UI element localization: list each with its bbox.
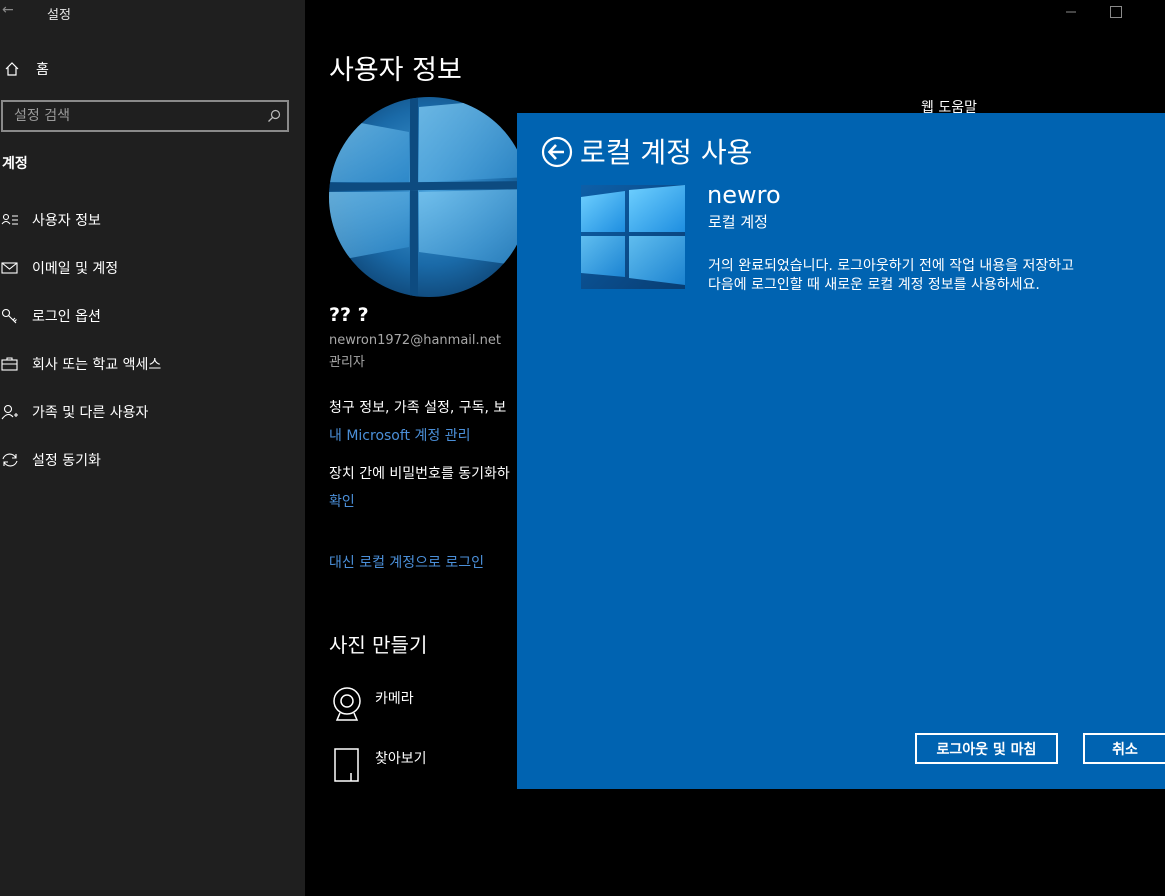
sidebar-item-label: 설정 동기화	[32, 453, 101, 469]
sidebar-item-label: 가족 및 다른 사용자	[32, 405, 149, 421]
file-icon	[333, 748, 361, 786]
camera-icon	[331, 686, 363, 726]
briefcase-icon	[0, 354, 20, 374]
account-name: newro	[707, 181, 781, 209]
search-input[interactable]	[3, 102, 264, 130]
section-title: 계정	[2, 156, 28, 172]
sidebar-item-user-info[interactable]: 사용자 정보	[0, 208, 101, 232]
sidebar-item-label: 사용자 정보	[32, 213, 101, 229]
sidebar-item-label: 회사 또는 학교 액세스	[32, 357, 162, 373]
person-add-icon	[0, 402, 20, 422]
dialog-message-line2: 다음에 로그인할 때 새로운 로컬 계정 정보를 사용하세요.	[708, 277, 1040, 293]
back-arrow-icon[interactable]: ←	[2, 2, 14, 18]
user-role: 관리자	[329, 355, 365, 370]
avatar	[329, 97, 529, 297]
back-circle-icon[interactable]	[541, 136, 573, 172]
sidebar: ← 설정 홈 계정 사용자 정보 이메일 및 계정 로그인 옵션	[0, 0, 305, 896]
create-photo-title: 사진 만들기	[329, 633, 428, 657]
search-box[interactable]	[1, 100, 289, 132]
account-type: 로컬 계정	[708, 213, 768, 231]
sidebar-item-label: 이메일 및 계정	[32, 261, 119, 277]
key-icon	[0, 306, 20, 326]
dialog-message-line1: 거의 완료되었습니다. 로그아웃하기 전에 작업 내용을 저장하고	[708, 258, 1075, 274]
home-icon	[2, 59, 22, 79]
user-email: newron1972@hanmail.net	[329, 333, 501, 348]
sidebar-item-sync[interactable]: 설정 동기화	[0, 448, 101, 472]
window-title: 설정	[47, 8, 71, 23]
cancel-button[interactable]: 취소	[1083, 733, 1165, 764]
local-account-dialog: 로컬 계정 사용 newro 로컬 계정 거의 완료되었습니다. 로그아웃하기 …	[517, 113, 1165, 789]
camera-label: 카메라	[375, 691, 414, 707]
sync-icon	[0, 450, 20, 470]
sidebar-item-family[interactable]: 가족 및 다른 사용자	[0, 400, 148, 424]
maximize-button[interactable]	[1110, 6, 1122, 18]
manage-microsoft-account-link[interactable]: 내 Microsoft 계정 관리	[329, 425, 470, 445]
minimize-button[interactable]	[1064, 4, 1078, 18]
search-icon[interactable]	[267, 108, 281, 127]
page-title: 사용자 정보	[329, 55, 462, 86]
sidebar-item-home[interactable]: 홈	[0, 58, 49, 80]
sidebar-item-signin[interactable]: 로그인 옵션	[0, 304, 101, 328]
dialog-title: 로컬 계정 사용	[580, 136, 753, 169]
user-name: ?? ?	[329, 304, 369, 326]
sync-description: 장치 간에 비밀번호를 동기화하	[329, 466, 510, 482]
sidebar-item-email[interactable]: 이메일 및 계정	[0, 256, 118, 280]
sidebar-item-work-school[interactable]: 회사 또는 학교 액세스	[0, 352, 161, 376]
account-tile-image	[581, 185, 685, 289]
sidebar-item-label: 로그인 옵션	[32, 309, 101, 325]
billing-description: 청구 정보, 가족 설정, 구독, 보	[329, 400, 507, 416]
sidebar-item-label: 홈	[36, 62, 49, 78]
person-card-icon	[0, 210, 20, 230]
signout-and-finish-button[interactable]: 로그아웃 및 마침	[915, 733, 1058, 764]
mail-icon	[0, 258, 20, 278]
browse-label: 찾아보기	[375, 751, 427, 767]
local-account-signin-link[interactable]: 대신 로컬 계정으로 로그인	[329, 552, 484, 572]
verify-link[interactable]: 확인	[329, 491, 355, 511]
